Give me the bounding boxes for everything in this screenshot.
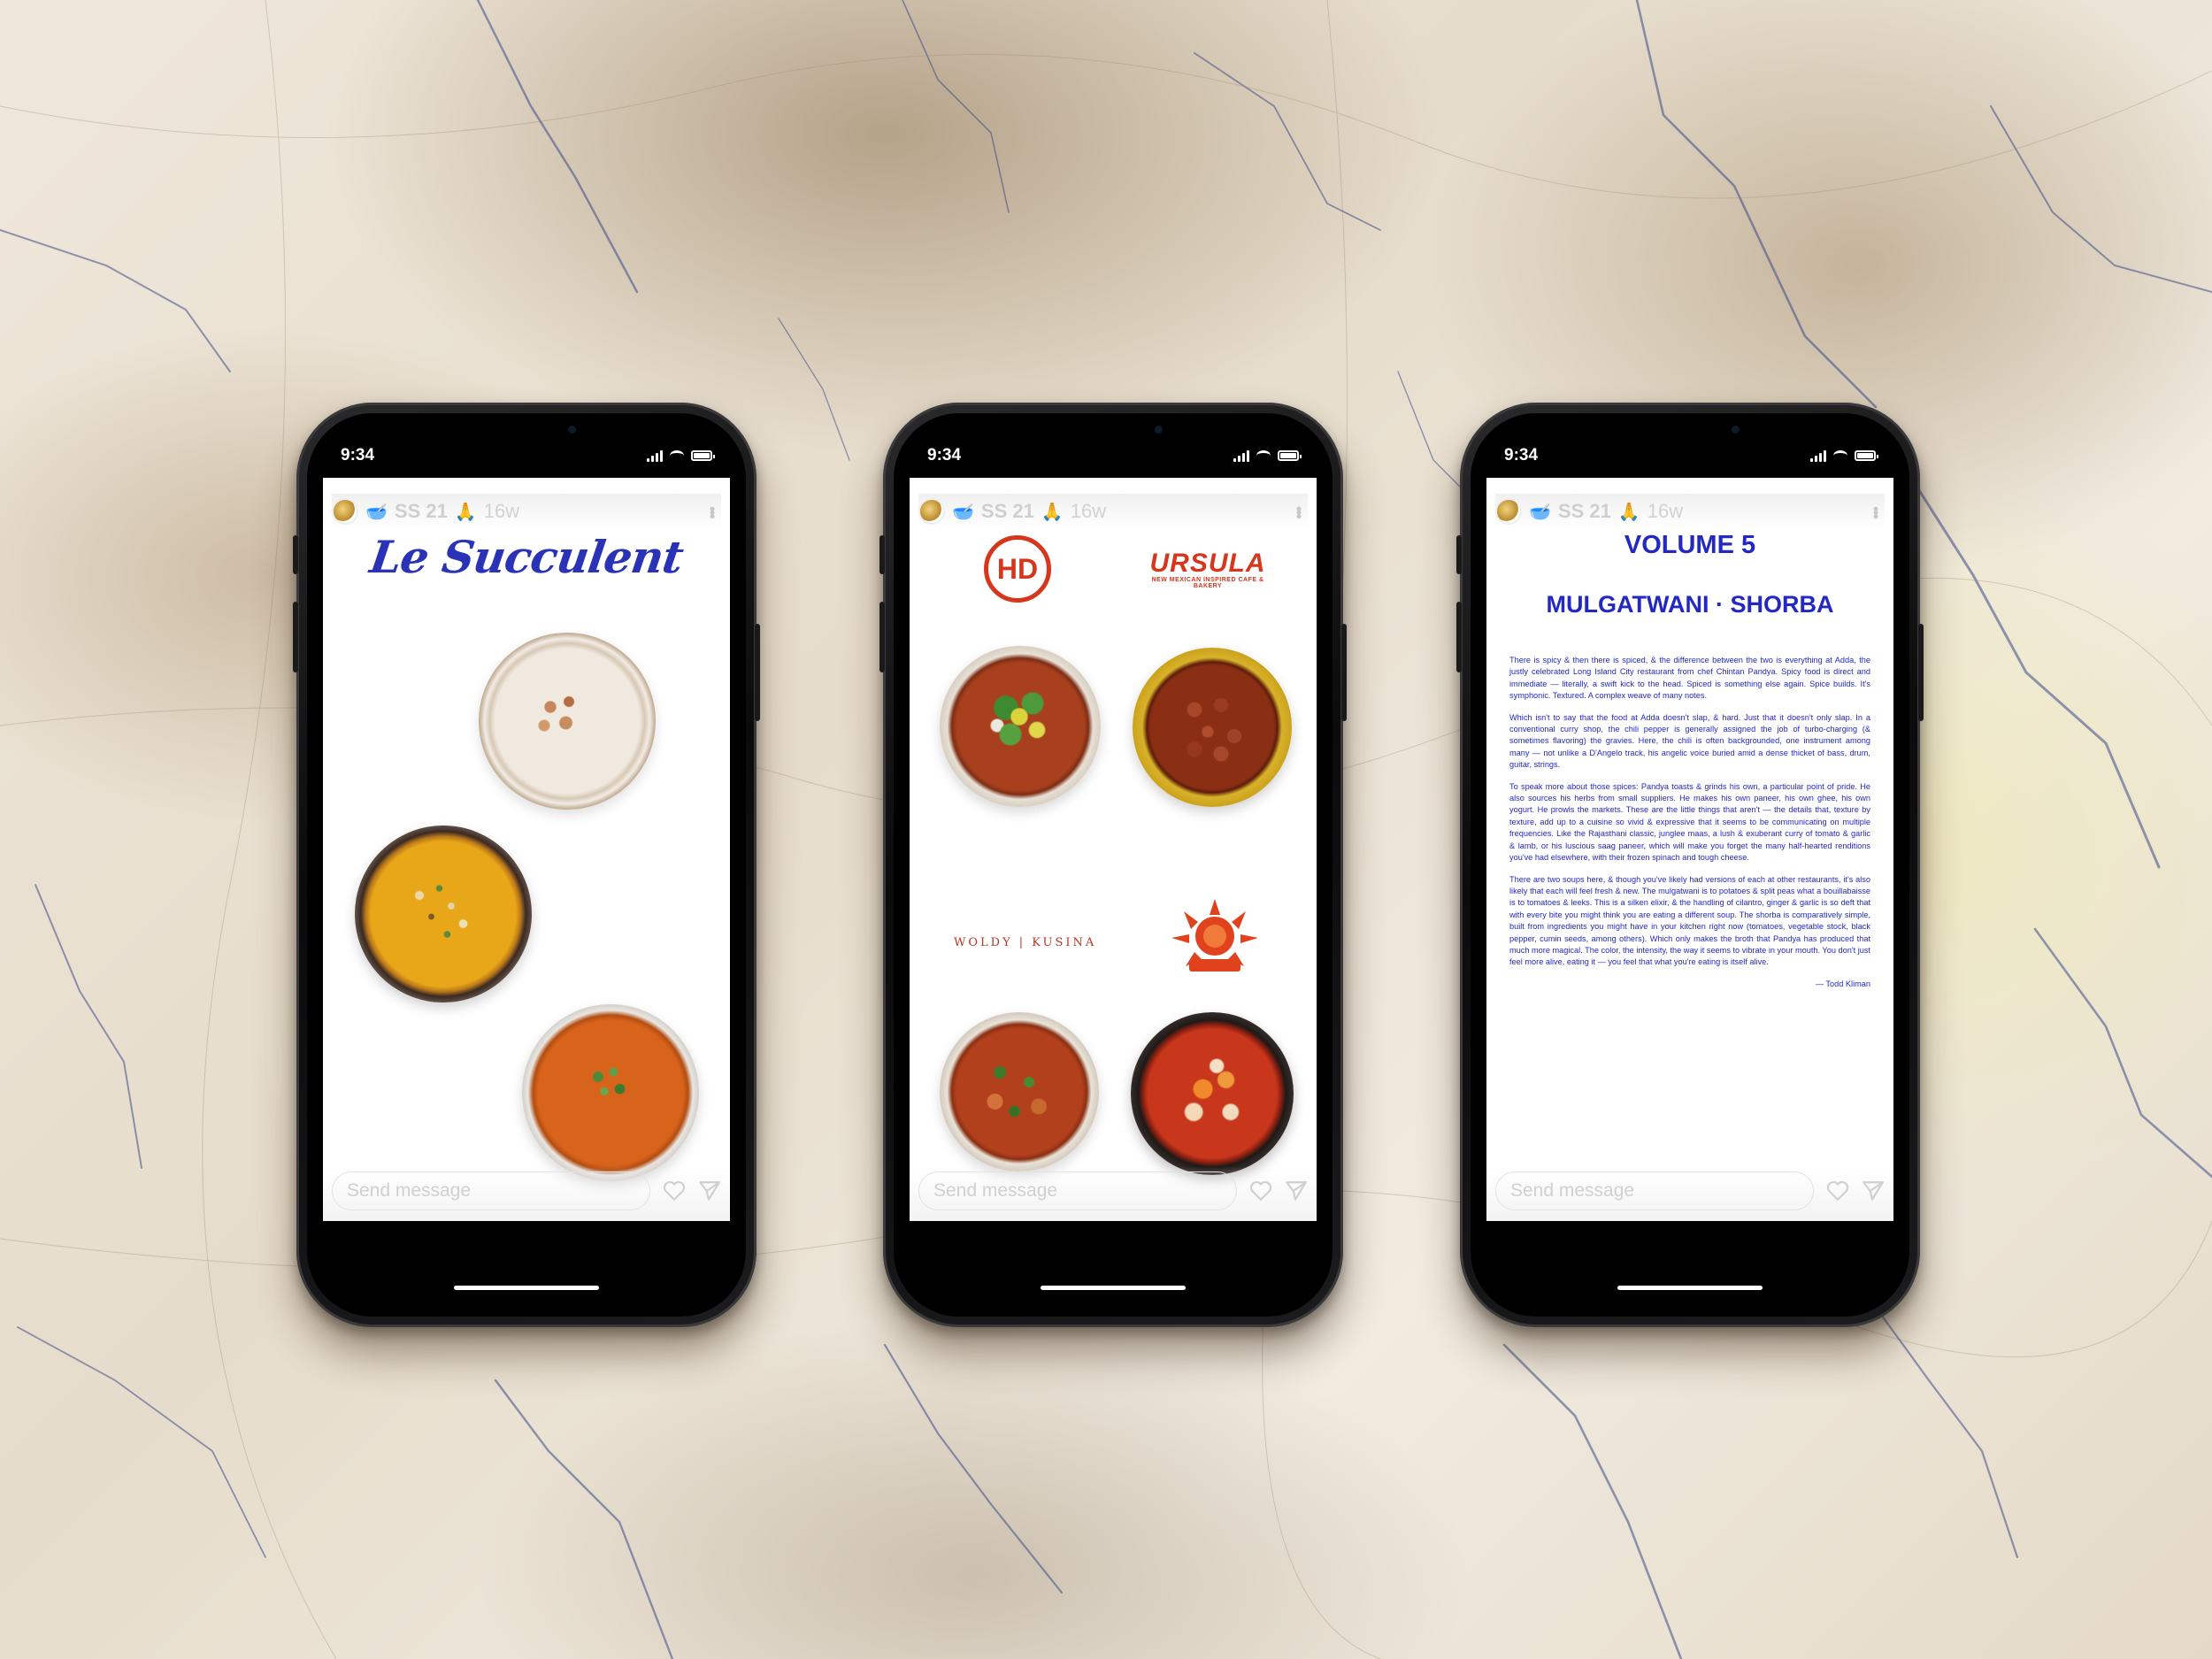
story-screen[interactable]: 🥣 SS 21 🙏 16w ••• VOLUME 5 MULGATWANI · … [1486, 478, 1893, 1221]
ursula-logo: URSULA NEW MEXICAN INSPIRED CAFE & BAKER… [1149, 549, 1266, 589]
wifi-icon [1833, 450, 1847, 461]
lentil-soup-bowl [940, 1012, 1099, 1171]
battery-icon [691, 450, 715, 461]
avatar[interactable] [332, 498, 358, 525]
battery-icon [1855, 450, 1878, 461]
avatar[interactable] [1495, 498, 1522, 525]
bowl-emoji-icon: 🥣 [365, 502, 388, 522]
story-age: 16w [1647, 500, 1684, 522]
avatar[interactable] [918, 498, 945, 525]
story-screen[interactable]: 🥣 SS 21 🙏 16w ••• HD URSULA NEW MEXICAN … [910, 478, 1317, 1221]
woldy-kusina-logo: WOLDY | KUSINA [954, 936, 1097, 949]
more-options-icon[interactable]: ••• [1289, 506, 1308, 518]
story-progress-bar [920, 487, 1306, 489]
status-time: 9:34 [927, 446, 962, 465]
pray-emoji-icon: 🙏 [1041, 502, 1064, 522]
story-header: 🥣 SS 21 🙏 16w ••• [1495, 494, 1885, 529]
pray-emoji-icon: 🙏 [454, 502, 477, 522]
phone-3: 9:34 🥣 SS 21 🙏 16w ••• VOLUME 5 MULGATWA… [1456, 403, 1924, 1327]
phone-1: 9:34 🥣 SS 21 🙏 16w ••• Le Succulent Send… [293, 403, 760, 1327]
story-age: 16w [483, 500, 520, 522]
send-message-input[interactable]: Send message [918, 1171, 1237, 1210]
story-footer: Send message [323, 1166, 730, 1221]
pray-emoji-icon: 🙏 [1617, 502, 1640, 522]
wifi-icon [670, 450, 684, 461]
orange-soup-bowl [522, 1004, 699, 1181]
wifi-icon [1256, 450, 1271, 461]
soups-heading: MULGATWANI · SHORBA [1546, 591, 1834, 618]
phone-2: 9:34 🥣 SS 21 🙏 16w ••• HD URSULA NEW MEX… [879, 403, 1347, 1327]
story-header: 🥣 SS 21 🙏 16w ••• [332, 494, 721, 529]
story-footer: Send message [1486, 1166, 1893, 1221]
volume-heading: VOLUME 5 [1624, 531, 1756, 559]
paneer-bowl [1131, 1012, 1294, 1175]
heart-icon[interactable] [1826, 1180, 1849, 1202]
sun-logo [1171, 899, 1258, 972]
home-indicator[interactable] [1617, 1286, 1763, 1290]
story-username[interactable]: SS 21 [981, 500, 1034, 523]
more-options-icon[interactable]: ••• [703, 506, 721, 518]
article-byline: — Todd Kliman [1815, 979, 1870, 988]
article-body: There is spicy & then there is spiced, &… [1509, 655, 1870, 990]
signal-icon [647, 449, 663, 462]
signal-icon [1233, 449, 1249, 462]
send-icon[interactable] [698, 1179, 721, 1202]
send-icon[interactable] [1862, 1179, 1885, 1202]
yellow-soup-bowl [355, 826, 532, 1002]
bowl-emoji-icon: 🥣 [1529, 502, 1551, 522]
story-screen[interactable]: 🥣 SS 21 🙏 16w ••• Le Succulent Send mess… [323, 478, 730, 1221]
story-title: Le Succulent [366, 531, 687, 583]
hd-logo: HD [984, 535, 1051, 603]
story-footer: Send message [910, 1166, 1317, 1221]
status-time: 9:34 [1504, 446, 1539, 465]
heart-icon[interactable] [663, 1180, 686, 1202]
story-progress-bar [334, 487, 719, 489]
beans-bowl [1133, 648, 1292, 807]
send-message-input[interactable]: Send message [1495, 1171, 1814, 1210]
cream-soup-bowl [479, 633, 656, 810]
story-progress-bar [1497, 487, 1883, 489]
status-bar: 9:34 [341, 438, 715, 473]
send-message-input[interactable]: Send message [332, 1171, 650, 1210]
article-paragraph: There are two soups here, & though you'v… [1509, 874, 1870, 967]
status-time: 9:34 [341, 446, 375, 465]
article-paragraph: To speak more about those spices: Pandya… [1509, 781, 1870, 863]
more-options-icon[interactable]: ••• [1866, 506, 1885, 518]
article-paragraph: There is spicy & then there is spiced, &… [1509, 656, 1870, 701]
story-age: 16w [1070, 500, 1107, 522]
heart-icon[interactable] [1249, 1180, 1272, 1202]
article-paragraph: Which isn't to say that the food at Adda… [1509, 712, 1870, 770]
chili-soup-bowl [940, 646, 1101, 807]
story-header: 🥣 SS 21 🙏 16w ••• [918, 494, 1308, 529]
send-icon[interactable] [1285, 1179, 1308, 1202]
signal-icon [1810, 449, 1826, 462]
story-username[interactable]: SS 21 [395, 500, 448, 523]
bowl-emoji-icon: 🥣 [952, 502, 974, 522]
battery-icon [1278, 450, 1302, 461]
status-bar: 9:34 [927, 438, 1302, 473]
story-username[interactable]: SS 21 [1558, 500, 1611, 523]
home-indicator[interactable] [1041, 1286, 1186, 1290]
status-bar: 9:34 [1504, 438, 1878, 473]
home-indicator[interactable] [454, 1286, 599, 1290]
